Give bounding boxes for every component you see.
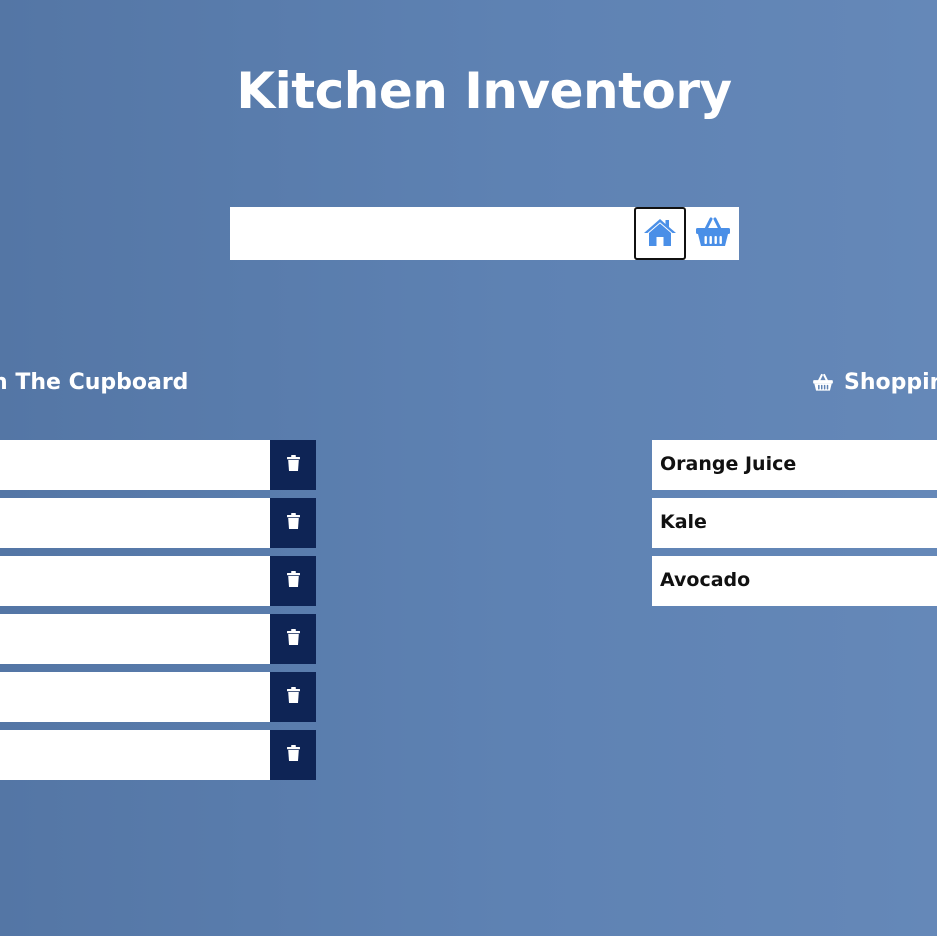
list-item[interactable] bbox=[0, 614, 316, 664]
list-item-label: Orange Juice bbox=[660, 453, 797, 475]
page-title: Kitchen Inventory bbox=[236, 62, 732, 120]
trash-icon bbox=[286, 629, 300, 649]
delete-button[interactable] bbox=[270, 614, 316, 664]
delete-button[interactable] bbox=[270, 498, 316, 548]
trash-icon bbox=[286, 745, 300, 765]
delete-button[interactable] bbox=[270, 672, 316, 722]
list-item[interactable] bbox=[0, 498, 316, 548]
cupboard-heading-label: n The Cupboard bbox=[0, 370, 189, 395]
delete-button[interactable] bbox=[270, 556, 316, 606]
list-item-label: Kale bbox=[660, 511, 707, 533]
shopping-heading-label: Shoppin bbox=[844, 370, 937, 395]
home-icon bbox=[642, 216, 678, 252]
add-to-shopping-button[interactable] bbox=[687, 207, 739, 260]
delete-button[interactable] bbox=[270, 730, 316, 780]
list-item[interactable] bbox=[0, 556, 316, 606]
list-item[interactable] bbox=[0, 730, 316, 780]
add-item-bar bbox=[230, 207, 739, 260]
cupboard-heading: n The Cupboard bbox=[0, 370, 188, 395]
basket-icon bbox=[694, 216, 732, 252]
cupboard-list bbox=[0, 440, 316, 788]
shopping-list: Orange Juice Kale Avocado bbox=[652, 440, 937, 614]
list-item[interactable] bbox=[0, 440, 316, 490]
list-item[interactable] bbox=[0, 672, 316, 722]
item-input[interactable] bbox=[230, 207, 630, 260]
trash-icon bbox=[286, 513, 300, 533]
basket-icon bbox=[812, 373, 834, 392]
shopping-heading: Shoppin bbox=[812, 370, 937, 395]
trash-icon bbox=[286, 571, 300, 591]
trash-icon bbox=[286, 687, 300, 707]
list-item[interactable]: Orange Juice bbox=[652, 440, 937, 490]
list-item-label: Avocado bbox=[660, 569, 751, 591]
trash-icon bbox=[286, 455, 300, 475]
add-to-cupboard-button[interactable] bbox=[634, 207, 686, 260]
delete-button[interactable] bbox=[270, 440, 316, 490]
list-item[interactable]: Kale bbox=[652, 498, 937, 548]
list-item[interactable]: Avocado bbox=[652, 556, 937, 606]
